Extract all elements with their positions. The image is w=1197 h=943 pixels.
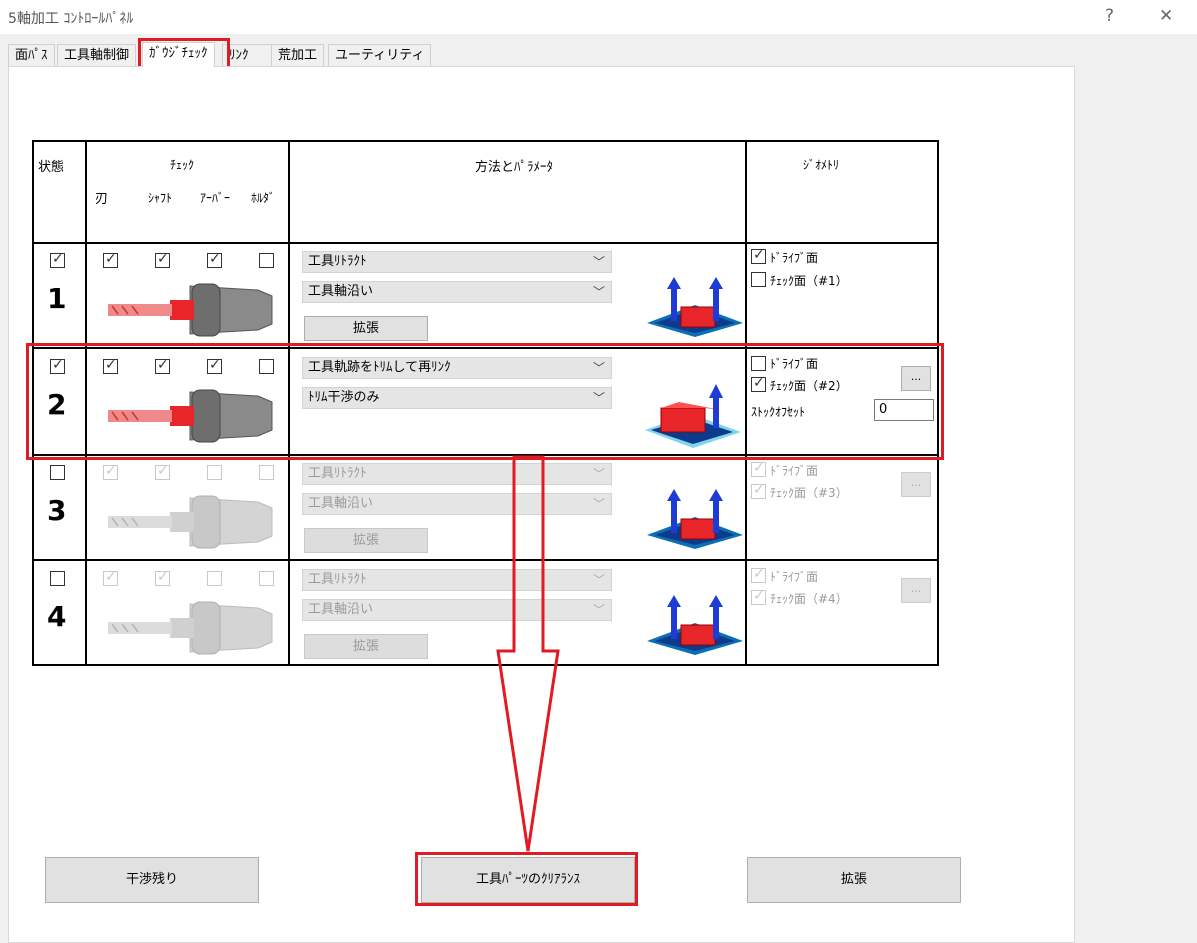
- row1-check-face-checkbox[interactable]: [751, 272, 766, 287]
- row2-holder-checkbox[interactable]: [259, 359, 274, 374]
- row3-tool-icon: [108, 495, 273, 549]
- tab-face-path[interactable]: 面ﾊﾟｽ: [8, 44, 55, 67]
- row1-drive-face-checkbox[interactable]: [751, 247, 766, 264]
- tab-roughing[interactable]: 荒加工: [271, 44, 325, 67]
- row4-status-checkbox[interactable]: [50, 571, 65, 586]
- row4-drive-face-checkbox: [751, 566, 766, 583]
- row1-method2-dropdown[interactable]: 工具軸沿い ﹀: [302, 281, 612, 303]
- row1-arbor-checkbox[interactable]: [207, 251, 222, 268]
- row3-retract-illustration: [647, 489, 743, 549]
- row2-tool-icon: [108, 389, 273, 443]
- row3-shaft-checkbox: [155, 463, 170, 480]
- header-check: ﾁｪｯｸ: [170, 158, 195, 172]
- row3-holder-checkbox: [259, 465, 274, 480]
- row4-tool-icon: [108, 601, 273, 655]
- row4-drive-face-label: ﾄﾞﾗｲﾌﾞ面: [770, 570, 819, 584]
- row2-stock-offset-label: ｽﾄｯｸｵﾌｾｯﾄ: [751, 405, 806, 419]
- col-divider: [745, 140, 747, 666]
- row1-holder-checkbox[interactable]: [259, 253, 274, 268]
- help-button[interactable]: ?: [1105, 6, 1114, 26]
- row4-number: 4: [47, 600, 67, 633]
- row3-arbor-checkbox: [207, 465, 222, 480]
- row4-arbor-checkbox: [207, 571, 222, 586]
- row2-status-checkbox[interactable]: [50, 357, 65, 374]
- col-divider: [85, 140, 87, 666]
- header-arbor: ｱｰﾊﾞｰ: [200, 191, 231, 205]
- row4-ellipsis-button: ...: [901, 578, 931, 603]
- row4-shaft-checkbox: [155, 569, 170, 586]
- header-holder: ﾎﾙﾀﾞ: [251, 191, 276, 205]
- row-divider: [32, 242, 939, 244]
- row2-drive-face-checkbox[interactable]: [751, 356, 766, 371]
- header-status: 状態: [38, 160, 65, 175]
- row1-drive-face-label: ﾄﾞﾗｲﾌﾞ面: [770, 251, 819, 265]
- row-divider: [32, 559, 939, 561]
- row4-blade-checkbox: [103, 569, 118, 586]
- row3-ellipsis-button: ...: [901, 472, 931, 497]
- window-title: 5軸加工 ｺﾝﾄﾛｰﾙﾊﾟﾈﾙ: [8, 11, 134, 27]
- close-button[interactable]: ✕: [1159, 6, 1173, 26]
- row1-blade-checkbox[interactable]: [103, 251, 118, 268]
- row1-retract-illustration: [647, 277, 743, 337]
- row2-check-face-checkbox[interactable]: [751, 375, 766, 392]
- header-geometry: ｼﾞｵﾒﾄﾘ: [803, 158, 840, 172]
- tab-tool-axis[interactable]: 工具軸制御: [57, 44, 137, 67]
- expand-button[interactable]: 拡張: [747, 857, 961, 903]
- row3-status-checkbox[interactable]: [50, 465, 65, 480]
- row4-expand-button: 拡張: [304, 634, 428, 659]
- row1-tool-icon: [108, 283, 273, 337]
- row3-drive-face-label: ﾄﾞﾗｲﾌﾞ面: [770, 464, 819, 478]
- row4-check-face-label: ﾁｪｯｸ面（#4）: [770, 592, 848, 606]
- row2-trim-illustration: [645, 384, 741, 448]
- row2-drive-face-label: ﾄﾞﾗｲﾌﾞ面: [770, 357, 819, 371]
- row1-expand-button[interactable]: 拡張: [304, 316, 428, 341]
- row-divider: [32, 347, 939, 349]
- row3-expand-button: 拡張: [304, 528, 428, 553]
- row-divider: [32, 454, 939, 456]
- row1-check-face-label: ﾁｪｯｸ面（#1）: [770, 274, 848, 288]
- row4-holder-checkbox: [259, 571, 274, 586]
- row2-method2-dropdown[interactable]: ﾄﾘﾑ干渉のみ ﹀: [302, 387, 612, 409]
- row4-check-face-checkbox: [751, 588, 766, 605]
- row3-check-face-label: ﾁｪｯｸ面（#3）: [770, 486, 848, 500]
- row3-check-face-checkbox: [751, 482, 766, 499]
- header-shaft: ｼｬﾌﾄ: [148, 191, 173, 205]
- tab-gouge-check[interactable]: ｶﾞｳｼﾞﾁｪｯｸ: [142, 42, 215, 67]
- row1-number: 1: [47, 282, 67, 315]
- tab-utility[interactable]: ユーティリティ: [328, 44, 432, 67]
- row2-stock-offset-input[interactable]: 0: [874, 399, 934, 421]
- tool-part-clearance-button[interactable]: 工具ﾊﾟｰﾂのｸﾘｱﾗﾝｽ: [421, 857, 635, 903]
- down-arrow-annotation: [496, 455, 560, 852]
- row2-blade-checkbox[interactable]: [103, 357, 118, 374]
- row2-arbor-checkbox[interactable]: [207, 357, 222, 374]
- row4-retract-illustration: [647, 595, 743, 655]
- col-divider: [288, 140, 290, 666]
- header-method: 方法とﾊﾟﾗﾒｰﾀ: [475, 160, 554, 175]
- row3-number: 3: [47, 494, 67, 527]
- row1-status-checkbox[interactable]: [50, 251, 65, 268]
- row1-shaft-checkbox[interactable]: [155, 251, 170, 268]
- row2-check-face-label: ﾁｪｯｸ面（#2）: [770, 379, 848, 393]
- row1-method1-dropdown[interactable]: 工具ﾘﾄﾗｸﾄ ﹀: [302, 251, 612, 273]
- row3-blade-checkbox: [103, 463, 118, 480]
- row2-number: 2: [47, 388, 67, 421]
- row2-shaft-checkbox[interactable]: [155, 357, 170, 374]
- title-bar: 5軸加工 ｺﾝﾄﾛｰﾙﾊﾟﾈﾙ ? ✕: [0, 0, 1197, 34]
- remaining-gouge-button[interactable]: 干渉残り: [45, 857, 259, 903]
- header-blade: 刃: [95, 192, 109, 207]
- row3-drive-face-checkbox: [751, 460, 766, 477]
- row2-method1-dropdown[interactable]: 工具軌跡をﾄﾘﾑして再ﾘﾝｸ ﹀: [302, 357, 612, 379]
- row2-ellipsis-button[interactable]: ...: [901, 366, 931, 391]
